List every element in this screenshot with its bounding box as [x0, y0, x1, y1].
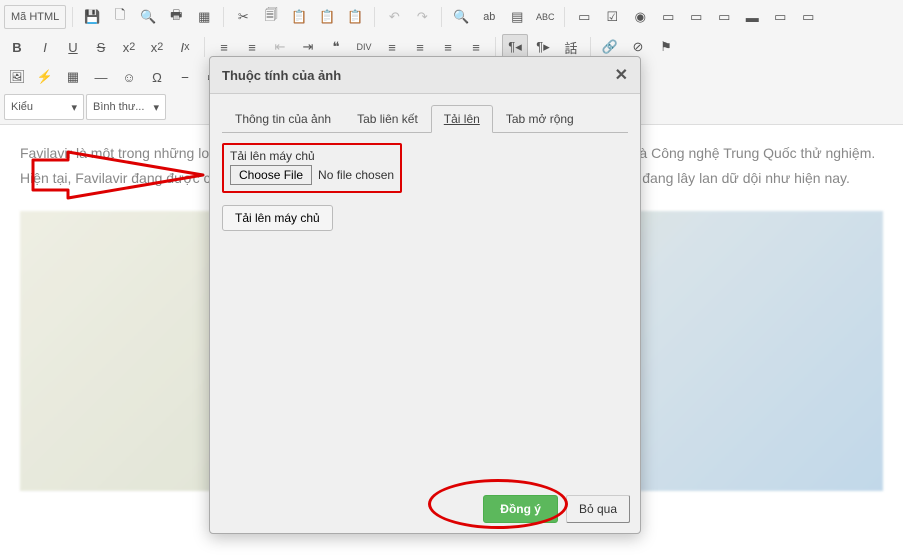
checkbox-icon[interactable]: ☑: [599, 4, 625, 30]
textarea-icon[interactable]: ▭: [683, 4, 709, 30]
new-page-icon[interactable]: 🗋: [107, 4, 133, 30]
undo-icon[interactable]: ↶: [381, 4, 407, 30]
specialchar-icon[interactable]: Ω: [144, 64, 170, 90]
templates-icon[interactable]: ▦: [191, 4, 217, 30]
textfield-icon[interactable]: ▭: [655, 4, 681, 30]
select-icon[interactable]: ▭: [711, 4, 737, 30]
format-select-label: Bình thư...: [93, 101, 144, 113]
cut-icon[interactable]: ✂: [230, 4, 256, 30]
form-icon[interactable]: ▭: [571, 4, 597, 30]
dialog-titlebar[interactable]: Thuộc tính của ảnh ✕: [210, 57, 640, 94]
redo-icon[interactable]: ↷: [409, 4, 435, 30]
underline-icon[interactable]: U: [60, 34, 86, 60]
select-all-icon[interactable]: ▤: [504, 4, 530, 30]
upload-label: Tải lên máy chủ: [230, 149, 394, 163]
ok-button[interactable]: Đồng ý: [483, 495, 558, 523]
close-icon[interactable]: ✕: [615, 65, 628, 85]
paste-text-icon[interactable]: 📋: [314, 4, 340, 30]
replace-icon[interactable]: ab: [476, 4, 502, 30]
pagebreak-icon[interactable]: ⎯: [172, 64, 198, 90]
file-status-text: No file chosen: [318, 168, 394, 182]
subscript-icon[interactable]: x2: [116, 34, 142, 60]
tab-image-info[interactable]: Thông tin của ảnh: [222, 105, 344, 133]
dialog-footer: Đồng ý Bỏ qua: [210, 489, 640, 533]
tab-upload[interactable]: Tải lên: [431, 105, 493, 133]
radio-icon[interactable]: ◉: [627, 4, 653, 30]
print-icon[interactable]: 🖶: [163, 4, 189, 30]
choose-file-button[interactable]: Choose File: [230, 165, 312, 185]
format-select[interactable]: Bình thư... ▾: [86, 94, 166, 120]
chevron-down-icon: ▾: [153, 101, 159, 114]
preview-icon[interactable]: 🔍: [135, 4, 161, 30]
source-button-label: Mã HTML: [11, 11, 59, 23]
remove-format-icon[interactable]: Ix: [172, 34, 198, 60]
dialog-body: Thông tin của ảnh Tab liên kết Tải lên T…: [210, 94, 640, 489]
source-button[interactable]: Mã HTML: [4, 5, 66, 29]
italic-icon[interactable]: I: [32, 34, 58, 60]
button-icon[interactable]: ▬: [739, 4, 765, 30]
style-select-label: Kiểu: [11, 101, 33, 113]
bold-icon[interactable]: B: [4, 34, 30, 60]
dialog-tabs: Thông tin của ảnh Tab liên kết Tải lên T…: [222, 104, 628, 133]
spellcheck-icon[interactable]: ABC: [532, 4, 558, 30]
image-properties-dialog: Thuộc tính của ảnh ✕ Thông tin của ảnh T…: [209, 56, 641, 534]
find-icon[interactable]: 🔍: [448, 4, 474, 30]
hidden-icon[interactable]: ▭: [795, 4, 821, 30]
superscript-icon[interactable]: x2: [144, 34, 170, 60]
tab-link[interactable]: Tab liên kết: [344, 105, 431, 133]
flash-icon[interactable]: ⚡: [32, 64, 58, 90]
hr-icon[interactable]: ―: [88, 64, 114, 90]
file-input-row: Choose File No file chosen: [230, 165, 394, 185]
dialog-title-text: Thuộc tính của ảnh: [222, 68, 341, 83]
style-select[interactable]: Kiểu ▾: [4, 94, 84, 120]
toolbar-row-1: Mã HTML 💾 🗋 🔍 🖶 ▦ ✂ 🗐 📋 📋 📋 ↶ ↷ 🔍 ab ▤ A…: [4, 2, 899, 32]
imagebutton-icon[interactable]: ▭: [767, 4, 793, 30]
cancel-button[interactable]: Bỏ qua: [566, 495, 630, 523]
tab-advanced[interactable]: Tab mở rộng: [493, 105, 587, 133]
paste-word-icon[interactable]: 📋: [342, 4, 368, 30]
save-icon[interactable]: 💾: [79, 4, 105, 30]
paste-icon[interactable]: 📋: [286, 4, 312, 30]
chevron-down-icon: ▾: [71, 101, 77, 114]
image-icon[interactable]: 🖼: [4, 64, 30, 90]
copy-icon[interactable]: 🗐: [258, 4, 284, 30]
anchor-icon[interactable]: ⚑: [653, 34, 679, 60]
upload-section: Tải lên máy chủ Choose File No file chos…: [222, 143, 402, 193]
strike-icon[interactable]: S: [88, 34, 114, 60]
upload-server-button[interactable]: Tải lên máy chủ: [222, 205, 333, 231]
table-icon[interactable]: ▦: [60, 64, 86, 90]
smiley-icon[interactable]: ☺: [116, 64, 142, 90]
